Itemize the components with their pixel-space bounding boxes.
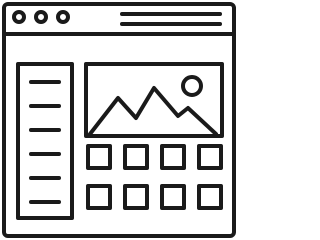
sidebar-frame bbox=[16, 62, 74, 220]
featured-image-frame bbox=[84, 62, 224, 138]
thumbnail-grid bbox=[86, 144, 223, 210]
featured-image bbox=[84, 62, 224, 138]
thumbnail-tile bbox=[86, 184, 112, 210]
thumbnail-tile bbox=[123, 144, 149, 170]
thumbnail-tile bbox=[86, 144, 112, 170]
thumbnail-tile bbox=[160, 184, 186, 210]
address-bar bbox=[120, 12, 222, 26]
thumbnail-tile bbox=[197, 184, 223, 210]
website-layout-icon bbox=[0, 0, 240, 240]
thumbnail-tile bbox=[123, 184, 149, 210]
browser-window-icon bbox=[2, 2, 236, 238]
window-control-dot bbox=[56, 10, 70, 24]
sidebar-menu-lines bbox=[29, 80, 61, 204]
thumbnail-tile bbox=[160, 144, 186, 170]
window-controls bbox=[12, 10, 70, 24]
window-control-dot bbox=[34, 10, 48, 24]
window-control-dot bbox=[12, 10, 26, 24]
sidebar-panel bbox=[16, 62, 74, 220]
sun-icon bbox=[181, 75, 203, 97]
thumbnail-tile bbox=[197, 144, 223, 170]
